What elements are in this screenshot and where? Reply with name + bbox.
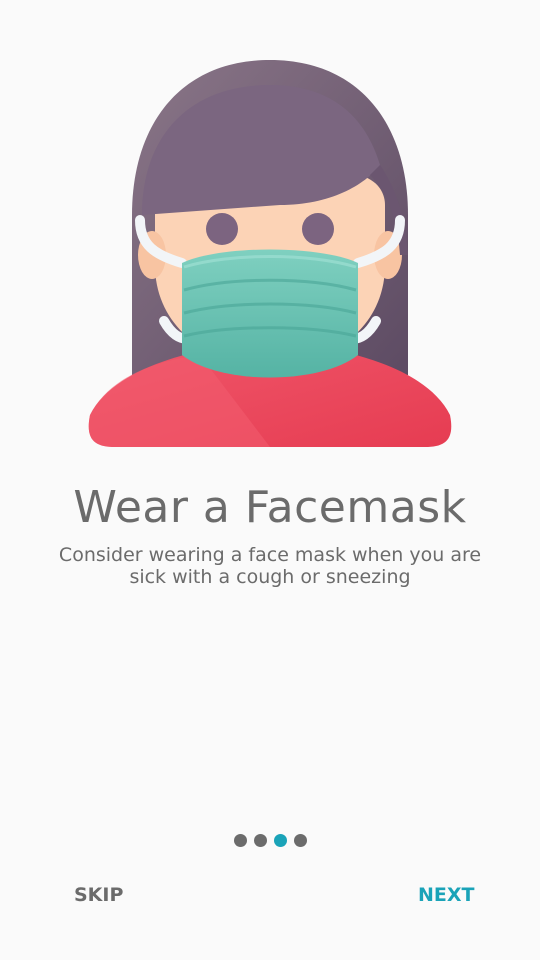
onboarding-description: Consider wearing a face mask when you ar…	[58, 544, 482, 588]
page-indicator	[0, 834, 540, 847]
page-dot-3-active[interactable]	[273, 834, 287, 847]
page-dot-4[interactable]	[293, 834, 307, 847]
page-dot-1[interactable]	[233, 834, 247, 847]
onboarding-title: Wear a Facemask	[73, 482, 467, 533]
skip-button[interactable]: SKIP	[74, 880, 123, 910]
next-button[interactable]: NEXT	[418, 880, 475, 910]
onboarding-screen: Wear a Facemask Consider wearing a face …	[0, 0, 540, 960]
woman-wearing-facemask-icon	[88, 60, 452, 447]
page-dot-2[interactable]	[253, 834, 267, 847]
